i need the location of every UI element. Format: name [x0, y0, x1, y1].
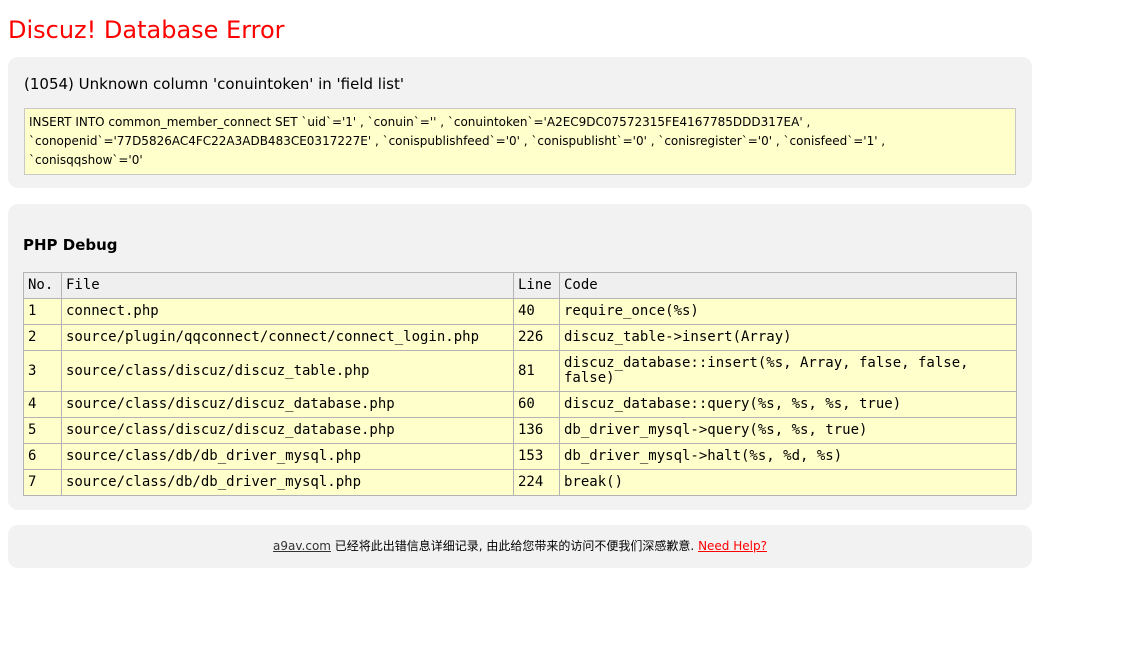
- table-header-row: No. File Line Code: [23, 272, 1017, 299]
- debug-title: PHP Debug: [23, 236, 118, 254]
- sql-line: `conisqqshow`='0': [29, 153, 143, 167]
- table-row: 1 connect.php 40 require_once(%s): [23, 298, 1017, 325]
- cell-file: source/class/discuz/discuz_database.php: [61, 391, 514, 418]
- cell-line: 60: [513, 391, 560, 418]
- cell-file: source/class/db/db_driver_mysql.php: [61, 469, 514, 496]
- cell-file: source/class/db/db_driver_mysql.php: [61, 443, 514, 470]
- table-row: 7 source/class/db/db_driver_mysql.php 22…: [23, 469, 1017, 496]
- cell-line: 81: [513, 350, 560, 392]
- cell-line: 224: [513, 469, 560, 496]
- cell-code: discuz_database::query(%s, %s, %s, true): [559, 391, 1017, 418]
- table-row: 3 source/class/discuz/discuz_table.php 8…: [23, 350, 1017, 392]
- cell-line: 136: [513, 417, 560, 444]
- cell-no: 6: [23, 443, 62, 470]
- column-header-file: File: [61, 272, 514, 299]
- cell-line: 153: [513, 443, 560, 470]
- error-panel: (1054) Unknown column 'conuintoken' in '…: [8, 57, 1032, 188]
- cell-no: 1: [23, 298, 62, 325]
- need-help-link[interactable]: Need Help?: [698, 539, 767, 553]
- backtrace-table: No. File Line Code 1 connect.php 40 requ…: [23, 272, 1017, 496]
- footer-text: a9av.com 已经将此出错信息详细记录, 由此给您带来的访问不便我们深感歉意…: [8, 538, 1032, 555]
- sql-line: INSERT INTO common_member_connect SET `u…: [29, 115, 811, 129]
- debug-panel: PHP Debug No. File Line Code 1 connect.p…: [8, 204, 1032, 510]
- cell-no: 7: [23, 469, 62, 496]
- cell-file: source/class/discuz/discuz_database.php: [61, 417, 514, 444]
- cell-no: 4: [23, 391, 62, 418]
- footer-panel: a9av.com 已经将此出错信息详细记录, 由此给您带来的访问不便我们深感歉意…: [8, 525, 1032, 568]
- table-row: 2 source/plugin/qqconnect/connect/connec…: [23, 324, 1017, 351]
- cell-code: db_driver_mysql->halt(%s, %d, %s): [559, 443, 1017, 470]
- cell-file: connect.php: [61, 298, 514, 325]
- cell-no: 3: [23, 350, 62, 392]
- cell-code: break(): [559, 469, 1017, 496]
- cell-code: discuz_table->insert(Array): [559, 324, 1017, 351]
- cell-file: source/plugin/qqconnect/connect/connect_…: [61, 324, 514, 351]
- cell-line: 40: [513, 298, 560, 325]
- site-link[interactable]: a9av.com: [273, 539, 331, 553]
- table-row: 4 source/class/discuz/discuz_database.ph…: [23, 391, 1017, 418]
- cell-no: 2: [23, 324, 62, 351]
- cell-code: require_once(%s): [559, 298, 1017, 325]
- sql-line: `conopenid`='77D5826AC4FC22A3ADB483CE031…: [29, 134, 886, 148]
- sql-query-box: INSERT INTO common_member_connect SET `u…: [24, 108, 1016, 175]
- cell-code: discuz_database::insert(%s, Array, false…: [559, 350, 1017, 392]
- error-message: (1054) Unknown column 'conuintoken' in '…: [24, 75, 404, 93]
- cell-code: db_driver_mysql->query(%s, %s, true): [559, 417, 1017, 444]
- table-row: 6 source/class/db/db_driver_mysql.php 15…: [23, 443, 1017, 470]
- cell-no: 5: [23, 417, 62, 444]
- page-title: Discuz! Database Error: [8, 16, 285, 44]
- cell-line: 226: [513, 324, 560, 351]
- footer-notice: 已经将此出错信息详细记录, 由此给您带来的访问不便我们深感歉意.: [330, 539, 699, 553]
- cell-file: source/class/discuz/discuz_table.php: [61, 350, 514, 392]
- column-header-no: No.: [23, 272, 62, 299]
- table-row: 5 source/class/discuz/discuz_database.ph…: [23, 417, 1017, 444]
- column-header-line: Line: [513, 272, 560, 299]
- column-header-code: Code: [559, 272, 1017, 299]
